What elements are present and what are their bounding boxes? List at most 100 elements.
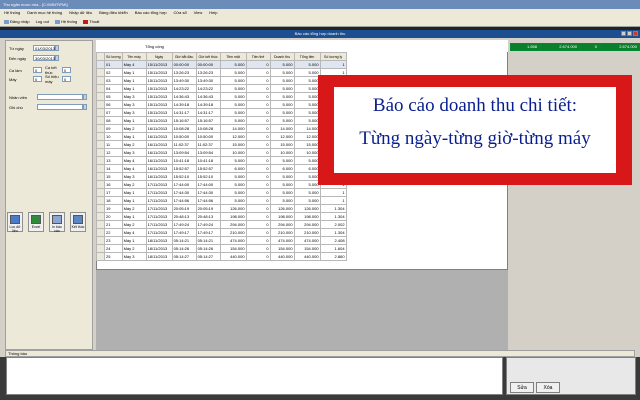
table-cell[interactable]: 1 bbox=[319, 188, 347, 197]
row-selector[interactable] bbox=[96, 188, 105, 197]
table-row[interactable]: 14 Máy 4 16/11/2013 15:52:57 15:52:57 6.000 0 6… bbox=[96, 164, 347, 173]
row-selector[interactable] bbox=[96, 84, 105, 93]
table-cell[interactable]: Máy 3 bbox=[121, 100, 147, 109]
row-selector[interactable] bbox=[96, 140, 105, 149]
table-cell[interactable]: 10:41:18 bbox=[195, 156, 221, 165]
table-cell[interactable]: 14:31:17 bbox=[195, 108, 221, 117]
table-cell[interactable]: 10.000 bbox=[269, 148, 295, 157]
table-cell[interactable]: 17:49:17 bbox=[171, 228, 197, 237]
table-cell[interactable]: 1 bbox=[319, 60, 347, 69]
table-cell[interactable]: 5.000 bbox=[293, 156, 321, 165]
table-cell[interactable]: 0 bbox=[245, 108, 271, 117]
table-cell[interactable]: 18/11/2013 bbox=[145, 252, 173, 261]
table-cell[interactable]: 5.000 bbox=[219, 108, 247, 117]
table-cell[interactable]: 16 bbox=[104, 180, 123, 189]
table-cell[interactable]: 5.000 bbox=[269, 116, 295, 125]
table-cell[interactable]: 5.000 bbox=[269, 68, 295, 77]
table-cell[interactable]: 16/11/2013 bbox=[145, 124, 173, 133]
table-cell[interactable]: 0 bbox=[245, 188, 271, 197]
table-cell[interactable]: Máy 1 bbox=[121, 116, 147, 125]
table-cell[interactable]: 6.000 bbox=[269, 164, 295, 173]
table-cell[interactable]: Máy 3 bbox=[121, 148, 147, 157]
table-cell[interactable]: 294.000 bbox=[293, 220, 321, 229]
table-cell[interactable]: 14.000 bbox=[219, 124, 247, 133]
table-cell[interactable]: 0 bbox=[245, 132, 271, 141]
note-search-icon[interactable] bbox=[83, 104, 87, 110]
table-cell[interactable]: 04 bbox=[104, 84, 123, 93]
table-cell[interactable]: 14:31:17 bbox=[171, 108, 197, 117]
table-cell[interactable]: Máy 1 bbox=[121, 188, 147, 197]
message-tab-label[interactable]: Thông báo bbox=[8, 351, 27, 356]
table-row[interactable]: 01 Máy 4 15/11/2013 00:00:00 00:00:00 5.000 0 5… bbox=[96, 60, 347, 69]
table-cell[interactable]: 5.000 bbox=[293, 196, 321, 205]
table-cell[interactable]: 5.000 bbox=[269, 76, 295, 85]
table-cell[interactable]: 17:44:56 bbox=[195, 196, 221, 205]
table-cell[interactable]: 12.000 bbox=[219, 132, 247, 141]
row-selector[interactable] bbox=[96, 76, 105, 85]
table-cell[interactable]: 5.000 bbox=[219, 188, 247, 197]
table-cell[interactable]: 1.304 bbox=[319, 228, 347, 237]
table-cell[interactable]: 10:08:28 bbox=[171, 124, 197, 133]
table-cell[interactable]: 154.000 bbox=[219, 244, 247, 253]
table-cell[interactable]: 0 bbox=[245, 172, 271, 181]
maximize-button[interactable] bbox=[627, 31, 632, 36]
table-row[interactable]: 23 Máy 1 18/11/2013 05:14:21 05:14:21 474.000… bbox=[96, 236, 347, 245]
table-cell[interactable]: 5.000 bbox=[293, 116, 321, 125]
col-header[interactable]: Doanh thu bbox=[269, 52, 295, 61]
table-cell[interactable]: 5.000 bbox=[269, 60, 295, 69]
table-cell[interactable]: 5.000 bbox=[293, 100, 321, 109]
table-cell[interactable]: 14.000 bbox=[269, 124, 295, 133]
table-cell[interactable]: 16/11/2013 bbox=[145, 140, 173, 149]
table-cell[interactable]: 5.000 bbox=[293, 84, 321, 93]
table-cell[interactable]: 294.000 bbox=[219, 220, 247, 229]
table-cell[interactable]: 03 bbox=[104, 76, 123, 85]
table-cell[interactable]: 17:44:00 bbox=[171, 180, 197, 189]
table-cell[interactable]: 15.000 bbox=[293, 140, 321, 149]
table-cell[interactable]: 12 bbox=[104, 148, 123, 157]
table-row[interactable]: 07 Máy 3 15/11/2013 14:31:17 14:31:17 5.000 0 5… bbox=[96, 108, 347, 117]
table-cell[interactable]: 5.000 bbox=[293, 172, 321, 181]
login-button[interactable]: Đăng nhập bbox=[4, 19, 30, 24]
menu-help[interactable]: Help bbox=[209, 10, 217, 16]
logout-button[interactable]: Log out bbox=[36, 19, 49, 24]
table-cell[interactable]: 14:36:43 bbox=[195, 92, 221, 101]
col-header[interactable]: Giờ bắt đầu bbox=[171, 52, 197, 61]
table-cell[interactable]: 13:26:23 bbox=[171, 68, 197, 77]
table-cell[interactable]: 0 bbox=[245, 244, 271, 253]
table-row[interactable]: 17 Máy 1 17/11/2013 17:44:30 17:44:30 5.000 0 5… bbox=[96, 188, 347, 197]
table-cell[interactable]: 0 bbox=[245, 116, 271, 125]
table-cell[interactable]: 14:36:43 bbox=[171, 92, 197, 101]
table-row[interactable]: 08 Máy 1 15/11/2013 15:16:57 15:16:57 5.000 0 5… bbox=[96, 116, 347, 125]
table-cell[interactable]: 05:14:21 bbox=[195, 236, 221, 245]
table-cell[interactable]: 126.000 bbox=[269, 204, 295, 213]
table-cell[interactable]: 15:52:57 bbox=[171, 164, 197, 173]
table-cell[interactable]: 2.002 bbox=[319, 220, 347, 229]
table-cell[interactable]: 0 bbox=[245, 140, 271, 149]
row-selector[interactable] bbox=[96, 212, 105, 221]
row-selector[interactable] bbox=[96, 60, 105, 69]
table-cell[interactable]: 0 bbox=[245, 180, 271, 189]
delete-button[interactable]: Xóa bbox=[536, 382, 560, 393]
table-cell[interactable]: 5.000 bbox=[219, 68, 247, 77]
table-cell[interactable]: 5.000 bbox=[219, 196, 247, 205]
table-cell[interactable]: 01 bbox=[104, 60, 123, 69]
table-cell[interactable]: Máy 4 bbox=[121, 60, 147, 69]
table-cell[interactable]: 5.000 bbox=[293, 108, 321, 117]
table-cell[interactable]: 19 bbox=[104, 204, 123, 213]
table-cell[interactable]: 440.000 bbox=[293, 252, 321, 261]
col-header[interactable]: Tổng tiền bbox=[293, 52, 321, 61]
table-cell[interactable]: 5.000 bbox=[269, 172, 295, 181]
table-cell[interactable]: 0 bbox=[245, 164, 271, 173]
table-cell[interactable]: Máy 4 bbox=[121, 228, 147, 237]
table-cell[interactable]: 00:00:00 bbox=[195, 60, 221, 69]
table-cell[interactable]: 0 bbox=[245, 220, 271, 229]
table-cell[interactable]: 20:48:13 bbox=[171, 212, 197, 221]
table-cell[interactable]: 17/11/2013 bbox=[145, 204, 173, 213]
table-cell[interactable]: Máy 1 bbox=[121, 236, 147, 245]
menu-view[interactable]: View bbox=[194, 10, 203, 16]
table-cell[interactable]: 14 bbox=[104, 164, 123, 173]
table-cell[interactable]: 02 bbox=[104, 68, 123, 77]
table-cell[interactable]: 18/11/2013 bbox=[145, 244, 173, 253]
table-cell[interactable]: 20:05:19 bbox=[195, 204, 221, 213]
col-header[interactable]: Số lượng bbox=[104, 52, 123, 61]
